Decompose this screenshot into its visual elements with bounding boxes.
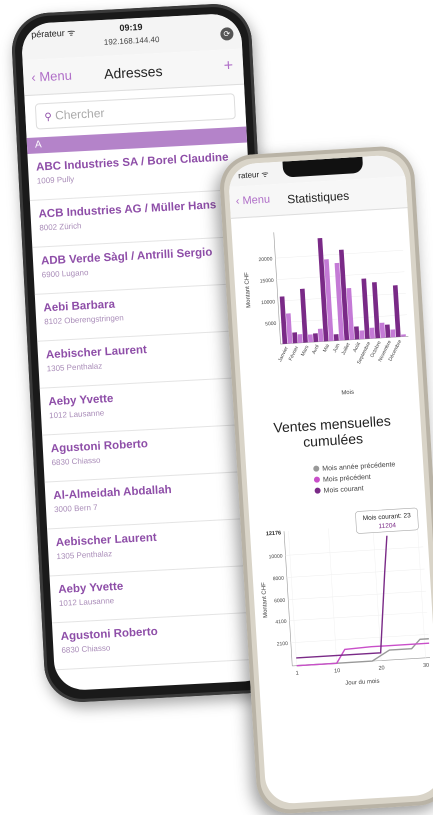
y-tick-label: 6000 (274, 598, 286, 605)
y-tick-label: 4100 (275, 619, 287, 626)
bar (369, 327, 375, 339)
bar (354, 326, 360, 340)
legend-label: Mois précédent (323, 474, 371, 484)
gridline (417, 523, 426, 658)
bar (361, 278, 370, 339)
bar (392, 285, 401, 338)
series-line (296, 638, 429, 667)
bar (317, 328, 324, 342)
gridline (290, 634, 429, 643)
x-axis-label: Jour du mois (345, 679, 380, 687)
bar (384, 324, 391, 338)
gridline (286, 568, 425, 578)
monthly-bar-chart: 5000100001500020000Montant CHFJanvierFév… (244, 232, 409, 397)
y-tick-label: 10000 (261, 299, 275, 306)
y-tick-label: 8000 (273, 576, 285, 583)
bar (307, 334, 314, 343)
x-tick-label: 10 (334, 668, 340, 674)
legend-swatch (313, 476, 320, 483)
contact-row[interactable]: Agustoni Roberto 6830 Chiasso (52, 611, 275, 671)
x-tick-label: 30 (423, 663, 429, 669)
search-placeholder: Chercher (54, 105, 105, 123)
page-title: Adresses (103, 62, 163, 82)
gridline (285, 546, 424, 556)
statistics-screen: rateur ᯤ ‹ Menu Statistiques 5000 10000 15… (227, 154, 433, 805)
x-axis-label: Mois (341, 390, 354, 397)
bar (359, 330, 365, 340)
tooltip-value: 11204 (378, 522, 396, 530)
bar (379, 322, 386, 338)
bar (279, 296, 288, 344)
gridline (289, 611, 428, 621)
x-tick-label: Février (288, 345, 300, 362)
legend-label: Mois courant (323, 485, 363, 494)
phone-front: rateur ᯤ ‹ Menu Statistiques 5000 10000 15… (218, 144, 433, 815)
y-tick-label: 2100 (277, 641, 289, 648)
gridline (288, 590, 426, 600)
y-max-label: 12176 (266, 530, 282, 537)
page-title: Statistiques (286, 188, 350, 207)
cumulative-line-chart: Mois année précédente Mois précédentMois … (261, 461, 431, 687)
gridline (328, 528, 337, 664)
legend-label: Mois année précédente (322, 461, 396, 472)
y-tick-label: 10000 (269, 553, 283, 560)
y-tick-label: 5000 (265, 321, 277, 328)
x-tick-label: Mai (322, 343, 331, 353)
y-tick-label: 20000 (258, 256, 272, 263)
y-tick-label: 15000 (260, 278, 274, 285)
bar (333, 334, 339, 341)
y-axis-label: Montant CHF (244, 272, 252, 308)
legend-swatch (313, 465, 320, 472)
bar (313, 333, 319, 343)
x-tick-label: Juin (332, 343, 342, 354)
x-tick-label: 1 (295, 671, 298, 677)
x-tick-label: Avril (311, 344, 321, 355)
gridline (372, 525, 382, 661)
x-tick-label: Mars (300, 344, 311, 357)
y-axis-label: Montant CHF (261, 582, 269, 618)
bar (401, 334, 406, 337)
x-tick-label: Juillet (341, 342, 352, 357)
x-tick-label: 20 (378, 665, 384, 671)
legend-swatch (314, 487, 321, 494)
add-button[interactable]: + (223, 57, 233, 75)
y-axis (273, 232, 281, 345)
gridline (288, 530, 297, 666)
bar (297, 334, 303, 344)
bar (390, 329, 396, 338)
search-icon: ⚲ (44, 111, 53, 124)
bar (292, 332, 298, 344)
search-input[interactable]: ⚲ Chercher (34, 93, 236, 130)
